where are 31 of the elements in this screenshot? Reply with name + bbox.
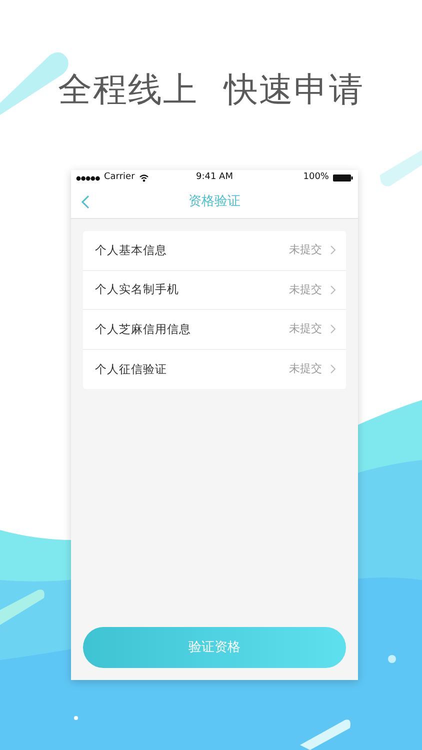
status-text: 未提交 bbox=[289, 242, 322, 258]
chevron-icon bbox=[330, 284, 336, 295]
item-label: 个人征信验证 bbox=[95, 360, 167, 378]
list-item[interactable]: 个人基本信息 未提交 bbox=[83, 231, 346, 270]
headline-text: 全程线上 bbox=[58, 72, 198, 112]
decorative-dot bbox=[388, 655, 396, 663]
page-title: 资格验证 bbox=[188, 193, 240, 212]
item-label: 个人实名制手机 bbox=[95, 281, 179, 298]
list-item[interactable]: 个人征信验证 未提交 bbox=[83, 350, 346, 389]
wifi-icon bbox=[138, 174, 149, 182]
carrier-label: Carrier bbox=[104, 171, 135, 184]
item-label: 个人芝麻信用信息 bbox=[95, 320, 191, 338]
status-text: 未提交 bbox=[289, 321, 322, 337]
decorative-stripe bbox=[0, 590, 44, 625]
battery-percent: 100% bbox=[303, 171, 329, 184]
chevron-icon bbox=[330, 364, 336, 374]
decorative-dot bbox=[74, 716, 78, 720]
battery-icon bbox=[332, 174, 353, 182]
decorative-stripe bbox=[300, 720, 350, 750]
back-icon[interactable] bbox=[81, 195, 90, 209]
headline-text: 快速申请 bbox=[224, 72, 364, 112]
status-time: 9:41 AM bbox=[196, 172, 233, 182]
item-label: 个人基本信息 bbox=[95, 242, 167, 259]
status-text: 未提交 bbox=[289, 282, 322, 298]
signal-icon bbox=[76, 176, 100, 180]
status-text: 未提交 bbox=[289, 361, 322, 377]
decorative-stripe bbox=[380, 150, 422, 186]
list-item[interactable]: 个人芝麻信用信息 未提交 bbox=[83, 310, 346, 350]
chevron-icon bbox=[330, 245, 336, 256]
chevron-icon bbox=[330, 324, 336, 334]
list-item[interactable]: 个人实名制手机 未提交 bbox=[83, 270, 346, 310]
